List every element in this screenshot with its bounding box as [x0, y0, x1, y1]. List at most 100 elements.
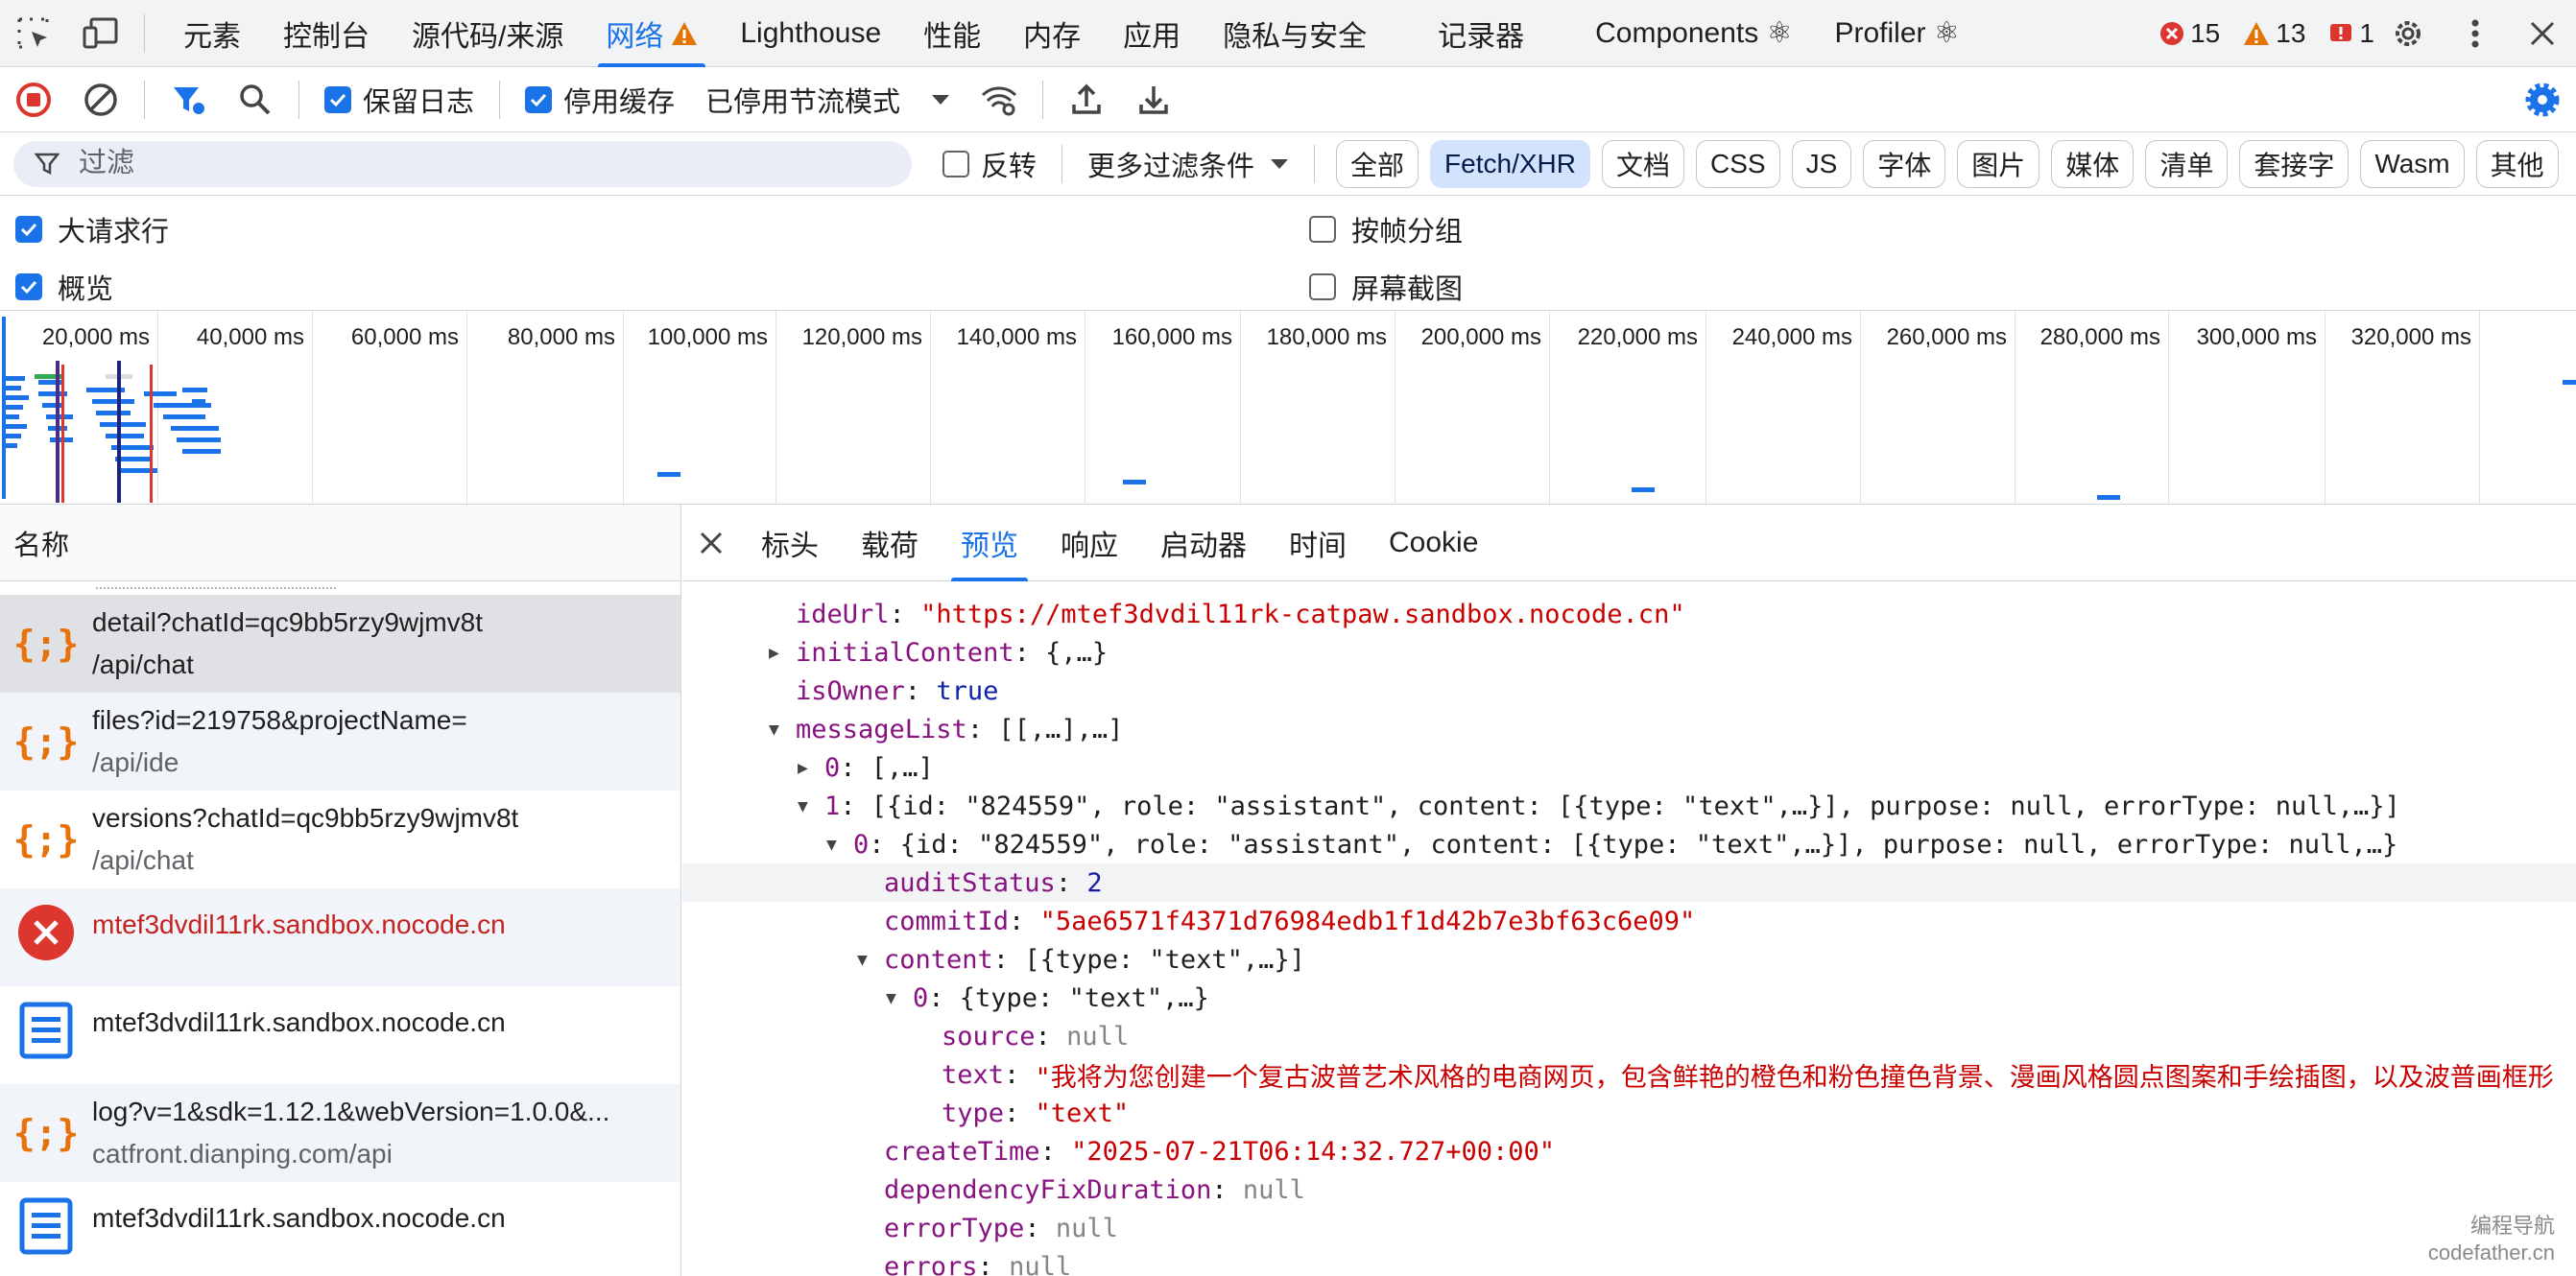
name-column-header[interactable]: 名称 [0, 505, 680, 581]
xhr-icon: {;} [0, 614, 92, 673]
tab-components[interactable]: Components ⚛ [1574, 0, 1813, 67]
tree-row[interactable]: ▼ content: [{type: "text",…}] [682, 940, 2576, 979]
type-filter-all[interactable]: 全部 [1336, 139, 1419, 188]
export-har-icon[interactable] [1120, 67, 1187, 132]
tree-row[interactable]: auditStatus: 2 [682, 863, 2576, 902]
large-rows-checkbox[interactable]: 大请求行 [15, 209, 169, 249]
type-filter-socket[interactable]: 套接字 [2239, 139, 2349, 188]
filter-input-box[interactable] [13, 140, 912, 187]
issue-flag-icon [2330, 24, 2352, 41]
filter-input[interactable] [77, 147, 845, 180]
type-filter-font[interactable]: 字体 [1863, 139, 1946, 188]
tab-sources[interactable]: 源代码/来源 [391, 0, 584, 67]
request-name: detail?chatId=qc9bb5rzy9wjmv8t [92, 607, 484, 637]
preserve-log-checkbox[interactable]: 保留日志 [309, 80, 489, 120]
stop-recording-icon[interactable] [0, 67, 67, 132]
group-by-frame-checkbox[interactable]: 按帧分组 [1309, 209, 1463, 249]
type-filter-media[interactable]: 媒体 [2051, 139, 2135, 188]
tab-profiler[interactable]: Profiler ⚛ [1813, 0, 1980, 67]
request-row[interactable]: mtef3dvdil11rk.sandbox.nocode.cn [0, 1182, 680, 1276]
issues-count[interactable]: 1 [2328, 18, 2374, 49]
tab-memory[interactable]: 内存 [1002, 0, 1102, 67]
svg-text:{;}: {;} [16, 818, 76, 861]
tab-privacy-security[interactable]: 隐私与安全 [1202, 0, 1388, 67]
inspect-element-icon[interactable] [0, 0, 67, 67]
request-row[interactable]: mtef3dvdil11rk.sandbox.nocode.cn [0, 986, 680, 1084]
network-overview-timeline[interactable]: 20,000 ms 40,000 ms 60,000 ms 80,000 ms 100,… [0, 311, 2576, 505]
tree-row[interactable]: createTime: "2025-07-21T06:14:32.727+00:… [682, 1132, 2576, 1170]
tree-row[interactable]: source: null [682, 1017, 2576, 1055]
document-icon [0, 1002, 92, 1059]
type-filter-manifest[interactable]: 清单 [2145, 139, 2229, 188]
close-devtools-icon[interactable] [2509, 0, 2576, 67]
request-row[interactable]: {;} versions?chatId=qc9bb5rzy9wjmv8t /ap… [0, 791, 680, 888]
import-har-icon[interactable] [1053, 67, 1120, 132]
request-detail-pane: 标头 载荷 预览 响应 启动器 时间 Cookie ideUrl: "https… [682, 505, 2576, 1276]
tab-elements[interactable]: 元素 [162, 0, 262, 67]
tab-lighthouse[interactable]: Lighthouse [719, 0, 902, 67]
type-filter-doc[interactable]: 文档 [1601, 139, 1684, 188]
collapse-arrow-icon[interactable]: ▼ [826, 835, 853, 855]
network-toolbar: 保留日志 停用缓存 已停用节流模式 [0, 67, 2576, 132]
type-filter-fetch-xhr[interactable]: Fetch/XHR [1430, 139, 1590, 188]
settings-gear-icon[interactable] [2374, 0, 2442, 67]
tree-row[interactable]: text: "我将为您创建一个复古波普艺术风格的电商网页，包含鲜艳的橙色和粉色撞… [682, 1055, 2576, 1094]
tab-application[interactable]: 应用 [1102, 0, 1202, 67]
warning-count[interactable]: 13 [2243, 18, 2305, 49]
request-row[interactable]: {;} files?id=219758&projectName= /api/id… [0, 693, 680, 791]
collapse-arrow-icon[interactable]: ▼ [769, 720, 796, 740]
issue-counters[interactable]: 15 13 1 [2159, 0, 2374, 67]
tab-performance[interactable]: 性能 [902, 0, 1002, 67]
error-count[interactable]: 15 [2159, 18, 2220, 49]
type-filter-other[interactable]: 其他 [2475, 139, 2559, 188]
collapse-arrow-icon[interactable]: ▼ [798, 796, 824, 816]
tab-recorder[interactable]: 记录器 [1417, 0, 1545, 67]
type-filter-img[interactable]: 图片 [1957, 139, 2040, 188]
clear-icon[interactable] [67, 67, 134, 132]
tree-row[interactable]: errors: null [682, 1247, 2576, 1276]
tree-row[interactable]: commitId: "5ae6571f4371d76984edb1f1d42b7… [682, 902, 2576, 940]
request-path: /api/chat [92, 845, 194, 875]
tree-row[interactable]: ▼ 0: {id: "824559", role: "assistant", co… [682, 825, 2576, 863]
tab-console[interactable]: 控制台 [262, 0, 391, 67]
tree-row[interactable]: type: "text" [682, 1094, 2576, 1132]
invert-checkbox[interactable]: 反转 [927, 144, 1052, 184]
network-settings-gear-icon[interactable] [2509, 67, 2576, 132]
tree-row[interactable]: dependencyFixDuration: null [682, 1170, 2576, 1209]
watermark: 编程导航 codefather.cn [2427, 1214, 2555, 1264]
tab-network[interactable]: 网络 [584, 0, 719, 67]
filter-icon[interactable] [155, 67, 222, 132]
tree-row[interactable]: ▼ 0: {type: "text",…} [682, 979, 2576, 1017]
screenshots-checkbox[interactable]: 屏幕截图 [1309, 267, 1463, 307]
network-conditions-icon[interactable] [966, 67, 1033, 132]
more-options-icon[interactable] [2442, 0, 2509, 67]
more-filters-dropdown[interactable]: 更多过滤条件 [1072, 144, 1304, 184]
overview-checkbox[interactable]: 概览 [15, 267, 113, 307]
disable-cache-checkbox[interactable]: 停用缓存 [510, 80, 690, 120]
tree-row[interactable]: isOwner: true [682, 672, 2576, 710]
xhr-icon: {;} [0, 712, 92, 771]
search-icon[interactable] [222, 67, 289, 132]
throttling-select[interactable]: 已停用节流模式 [690, 80, 966, 120]
error-icon [2160, 22, 2184, 45]
tree-row[interactable]: ▶ 0: [,…] [682, 748, 2576, 787]
tree-row[interactable]: ▼ 1: [{id: "824559", role: "assistant", c… [682, 787, 2576, 825]
type-filter-css[interactable]: CSS [1696, 139, 1780, 188]
tree-row[interactable]: ideUrl: "https://mtef3dvdil11rk-catpaw.s… [682, 595, 2576, 633]
type-filter-js[interactable]: JS [1791, 139, 1852, 188]
chevron-down-icon [1271, 158, 1289, 169]
expand-arrow-icon[interactable]: ▶ [769, 643, 796, 663]
request-row[interactable]: {;} log?v=1&sdk=1.12.1&webVersion=1.0.0&… [0, 1084, 680, 1182]
collapse-arrow-icon[interactable]: ▼ [886, 988, 913, 1008]
request-row-failed[interactable]: mtef3dvdil11rk.sandbox.nocode.cn [0, 888, 680, 986]
type-filter-wasm[interactable]: Wasm [2360, 139, 2465, 188]
tree-row[interactable]: errorType: null [682, 1209, 2576, 1247]
request-row[interactable]: {;} detail?chatId=qc9bb5rzy9wjmv8t /api/… [0, 595, 680, 693]
ideUrl-value: "https://mtef3dvdil11rk-catpaw.sandbox.n… [920, 599, 1685, 629]
tree-row[interactable]: ▼ messageList: [[,…],…] [682, 710, 2576, 748]
collapse-arrow-icon[interactable]: ▼ [857, 950, 884, 970]
device-toolbar-icon[interactable] [67, 0, 134, 67]
text-value: "我将为您创建一个复古波普艺术风格的电商网页，包含鲜艳的橙色和粉色撞色背景、漫画… [1035, 1062, 2554, 1093]
tree-row[interactable]: ▶ initialContent: {,…} [682, 633, 2576, 672]
expand-arrow-icon[interactable]: ▶ [798, 758, 824, 778]
